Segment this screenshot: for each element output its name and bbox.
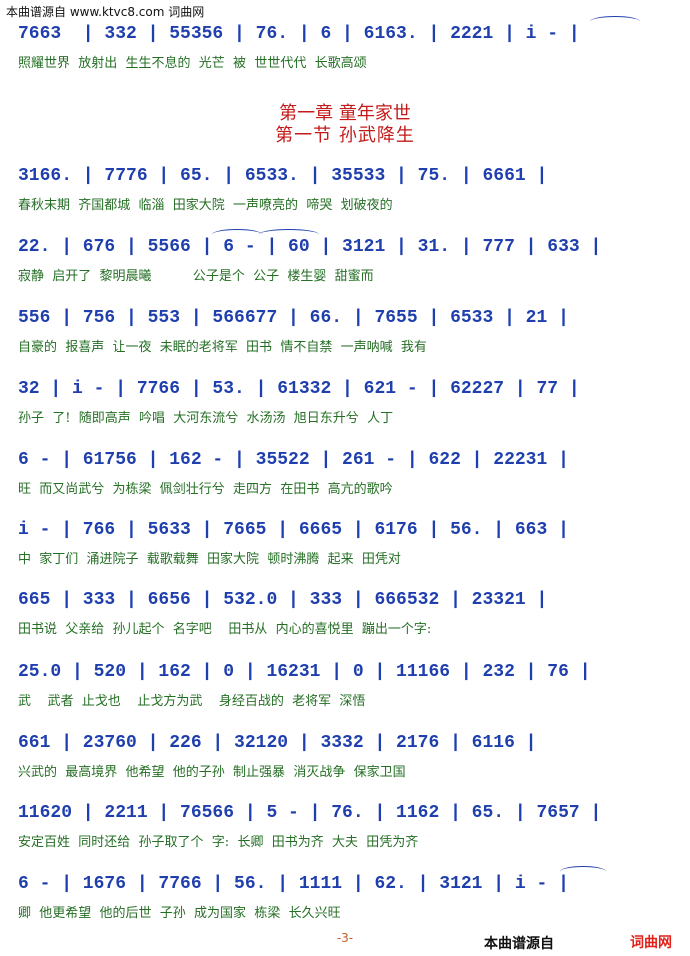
lyrics-line: 卿 他更希望 他的后世 子孙 成为国家 栋梁 长久兴旺	[18, 906, 341, 921]
slur-mark	[212, 229, 262, 240]
lyrics-line: 田书说 父亲给 孙儿起个 名字吧 田书从 内心的喜悦里 蹦出一个字:	[18, 622, 432, 637]
lyrics-line: 自豪的 报喜声 让一夜 未眠的老将军 田书 情不自禁 一声呐喊 我有	[18, 340, 427, 355]
slur-mark	[259, 229, 319, 240]
notation-line: i - | 766 | 5633 | 7665 | 6665 | 6176 | …	[18, 520, 569, 540]
slur-mark	[590, 16, 640, 27]
notation-line: 32 | i - | 7766 | 53. | 61332 | 621 - | …	[18, 379, 580, 399]
lyrics-line: 武 武者 止戈也 止戈方为武 身经百战的 老将军 深悟	[18, 694, 366, 709]
notation-line: 665 | 333 | 6656 | 532.0 | 333 | 666532 …	[18, 590, 548, 610]
notation-line: 6 - | 61756 | 162 - | 35522 | 261 - | 62…	[18, 450, 569, 470]
notation-line: 3166. | 7776 | 65. | 6533. | 35533 | 75.…	[18, 166, 548, 186]
lyrics-line: 兴武的 最高境界 他希望 他的子孙 制止强暴 消灭战争 保家卫国	[18, 765, 406, 780]
watermark-source: 本曲谱源自	[484, 936, 554, 952]
notation-line: 661 | 23760 | 226 | 32120 | 3332 | 2176 …	[18, 733, 537, 753]
lyrics-line: 中 家丁们 涌进院子 载歌载舞 田家大院 顿时沸腾 起来 田凭对	[18, 552, 401, 567]
notation-line: 11620 | 2211 | 76566 | 5 - | 76. | 1162 …	[18, 803, 602, 823]
site-header: 本曲谱源自 www.ktvc8.com 词曲网	[6, 5, 205, 19]
lyrics-line: 孙子 了! 随即高声 吟唱 大河东流兮 水汤汤 旭日东升兮 人丁	[18, 411, 394, 426]
notation-line: 6 - | 1676 | 7766 | 56. | 1111 | 62. | 3…	[18, 874, 569, 894]
lyrics-line: 旺 而又尚武兮 为栋梁 佩剑壮行兮 走四方 在田书 高亢的歌吟	[18, 482, 393, 497]
page-number: -3-	[336, 931, 354, 945]
lyrics-line: 春秋末期 齐国都城 临淄 田家大院 一声嘹亮的 啼哭 划破夜的	[18, 198, 393, 213]
slur-mark	[560, 866, 606, 877]
notation-line: 7663 | 332 | 55356 | 76. | 6 | 6163. | 2…	[18, 24, 580, 44]
watermark-site: 词曲网	[630, 935, 672, 951]
notation-line: 556 | 756 | 553 | 566677 | 66. | 7655 | …	[18, 308, 569, 328]
section-title: 第一节 孙武降生	[275, 125, 415, 146]
notation-line: 22. | 676 | 5566 | 6 - | 60 | 3121 | 31.…	[18, 237, 602, 257]
lyrics-line: 寂静 启开了 黎明晨曦 公子是个 公子 楼生婴 甜蜜而	[18, 269, 374, 284]
lyrics-line: 安定百姓 同时还给 孙子取了个 字: 长卿 田书为齐 大夫 田凭为齐	[18, 835, 419, 850]
notation-line: 25.0 | 520 | 162 | 0 | 16231 | 0 | 11166…	[18, 662, 591, 682]
lyrics-line: 照耀世界 放射出 生生不息的 光芒 被 世世代代 长歌高颂	[18, 56, 367, 71]
